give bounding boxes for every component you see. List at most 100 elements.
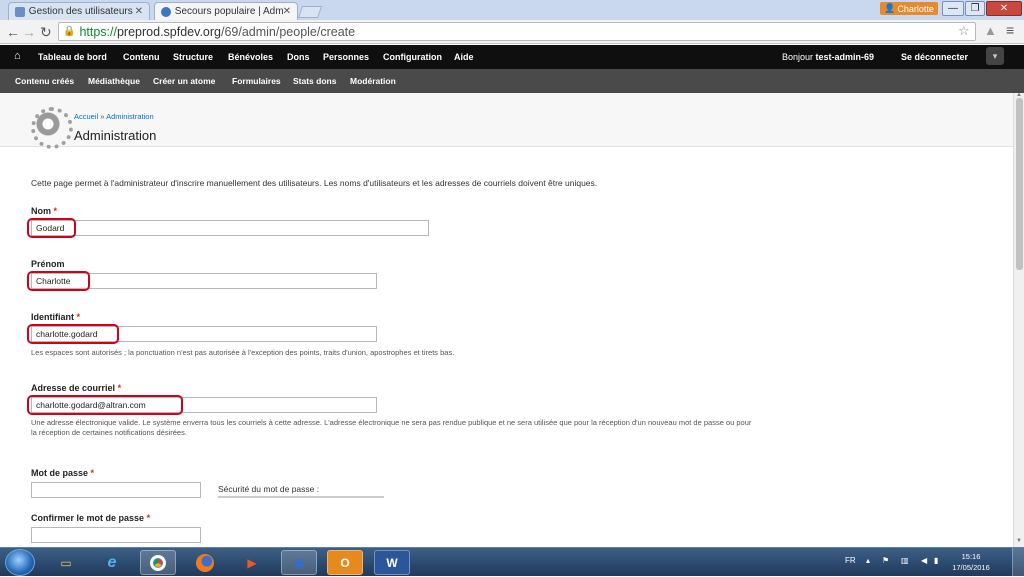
- minimize-button[interactable]: —: [942, 1, 964, 16]
- scroll-down-icon[interactable]: ▼: [1016, 538, 1022, 544]
- shortcut-mediatheque[interactable]: Médiathèque: [88, 76, 140, 86]
- home-icon[interactable]: ⌂: [14, 50, 21, 62]
- nom-input[interactable]: Godard: [31, 220, 429, 236]
- confirm-password-label-text: Confirmer le mot de passe: [31, 513, 145, 523]
- email-label: Adresse de courriel *: [31, 383, 121, 393]
- admin-toolbar: ⌂ Tableau de bord Contenu Structure Béné…: [0, 45, 1024, 69]
- toolbar-item-dons[interactable]: Dons: [287, 52, 310, 62]
- extension-icon[interactable]: ▲: [984, 23, 997, 38]
- close-icon: ✕: [999, 3, 1009, 14]
- scrollbar-thumb[interactable]: [1016, 98, 1023, 270]
- forward-icon[interactable]: →: [22, 24, 36, 40]
- tray-expand-icon[interactable]: ▴: [866, 556, 870, 565]
- remote-desktop-icon[interactable]: ▣: [281, 550, 317, 575]
- chrome-icon[interactable]: [140, 550, 176, 575]
- breadcrumb-home-link[interactable]: Accueil: [74, 112, 98, 121]
- logout-link[interactable]: Se déconnecter: [901, 52, 968, 62]
- shortcut-stats-dons[interactable]: Stats dons: [293, 76, 336, 86]
- action-center-flag-icon[interactable]: ⚑: [882, 556, 889, 565]
- shortcuts-bar: Contenu créés Médiathèque Créer un atome…: [0, 69, 1024, 93]
- outlook-icon[interactable]: O: [327, 550, 363, 575]
- explorer-icon[interactable]: ▭: [48, 550, 84, 575]
- password-strength-label: Sécurité du mot de passe :: [218, 484, 320, 494]
- profile-button[interactable]: 👤 Charlotte: [880, 2, 938, 15]
- nom-label: Nom *: [31, 206, 57, 216]
- window-close-button[interactable]: ✕: [986, 1, 1022, 16]
- breadcrumb-separator: »: [100, 112, 105, 121]
- internet-explorer-icon[interactable]: e: [94, 550, 130, 575]
- shortcut-moderation[interactable]: Modération: [350, 76, 396, 86]
- email-description-line1: Une adresse électronique valide. Le syst…: [31, 418, 752, 427]
- required-marker: *: [76, 312, 81, 322]
- profile-icon: 👤: [884, 3, 896, 13]
- show-desktop-button[interactable]: [1012, 548, 1024, 577]
- toolbar-item-configuration[interactable]: Configuration: [383, 52, 442, 62]
- password-strength-bar: [218, 496, 384, 498]
- restore-button[interactable]: ❐: [965, 1, 985, 16]
- form-intro: Cette page permet à l'administrateur d'i…: [31, 178, 598, 188]
- toolbar-item-aide[interactable]: Aide: [454, 52, 474, 62]
- identifiant-label: Identifiant *: [31, 312, 80, 322]
- clock-date: 17/05/2016: [952, 563, 990, 572]
- shortcut-creer-atome[interactable]: Créer un atome: [153, 76, 215, 86]
- email-highlight-annotation: [27, 395, 183, 415]
- user-create-form: Cette page permet à l'administrateur d'i…: [0, 147, 1013, 547]
- word-icon[interactable]: W: [374, 550, 410, 575]
- identifiant-description: Les espaces sont autorisés ; la ponctuat…: [31, 348, 455, 357]
- required-marker: *: [117, 383, 122, 393]
- back-icon[interactable]: ←: [6, 24, 20, 40]
- toolbar-item-tableau-de-bord[interactable]: Tableau de bord: [38, 52, 107, 62]
- prenom-highlight-annotation: [27, 271, 90, 291]
- page-title: Administration: [74, 128, 157, 143]
- url-path: /69/admin/people/create: [220, 24, 356, 39]
- close-icon[interactable]: ✕: [283, 6, 291, 17]
- email-description-line2: la réception de certaines notifications …: [31, 428, 187, 437]
- toolbar-item-contenu[interactable]: Contenu: [123, 52, 160, 62]
- shortcut-contenu-crees[interactable]: Contenu créés: [15, 76, 74, 86]
- start-button[interactable]: [5, 549, 35, 576]
- minimize-icon: —: [948, 3, 958, 14]
- tab-title: Gestion des utilisateurs: [28, 6, 133, 17]
- user-greeting[interactable]: Bonjour test-admin-69: [782, 52, 874, 62]
- language-indicator[interactable]: FR: [845, 556, 856, 565]
- tab-gestion-utilisateurs[interactable]: Gestion des utilisateurs ✕: [8, 2, 150, 20]
- browser-menu-icon[interactable]: ≡: [1006, 22, 1014, 38]
- battery-icon[interactable]: ▮: [934, 556, 938, 565]
- required-marker: *: [146, 513, 151, 523]
- breadcrumb: Accueil » Administration: [74, 112, 154, 121]
- tab-secours-populaire[interactable]: Secours populaire | Admin ✕: [154, 2, 298, 20]
- profile-name: Charlotte: [897, 3, 934, 14]
- firefox-icon[interactable]: [187, 550, 223, 575]
- lock-icon: 🔒: [63, 26, 76, 37]
- password-label-text: Mot de passe: [31, 468, 89, 478]
- restore-icon: ❐: [970, 3, 980, 14]
- password-label: Mot de passe *: [31, 468, 94, 478]
- reload-icon[interactable]: ↻: [40, 24, 52, 41]
- confirm-password-input[interactable]: [31, 527, 201, 543]
- nom-label-text: Nom: [31, 206, 51, 216]
- url-scheme: https://: [79, 24, 117, 39]
- system-clock[interactable]: 15:16 17/05/2016: [946, 551, 996, 573]
- url-host: preprod.spfdev.org: [116, 24, 221, 39]
- new-tab-button[interactable]: [297, 6, 323, 18]
- toolbar-item-personnes[interactable]: Personnes: [323, 52, 369, 62]
- network-icon[interactable]: ▥: [901, 556, 909, 565]
- identifiant-highlight-annotation: [27, 324, 119, 344]
- volume-icon[interactable]: ◀: [921, 556, 927, 565]
- bookmark-star-icon[interactable]: ☆: [958, 23, 970, 39]
- prenom-label-text: Prénom: [31, 259, 65, 269]
- media-player-icon[interactable]: ▶: [234, 550, 270, 575]
- gear-icon: [31, 107, 73, 149]
- page-header: Accueil » Administration Administration: [0, 93, 1024, 149]
- breadcrumb-administration-link[interactable]: Administration: [106, 112, 154, 121]
- toolbar-item-structure[interactable]: Structure: [173, 52, 213, 62]
- url-input[interactable]: 🔒 https:// preprod.spfdev.org /69/admin/…: [58, 22, 976, 41]
- greeting-username: test-admin-69: [815, 52, 875, 62]
- toolbar-item-benevoles[interactable]: Bénévoles: [228, 52, 273, 62]
- close-icon[interactable]: ✕: [135, 6, 143, 17]
- required-marker: *: [90, 468, 95, 478]
- shortcut-formulaires[interactable]: Formulaires: [232, 76, 281, 86]
- page-scrollbar[interactable]: ▲ ▼: [1013, 92, 1024, 547]
- toggle-shortcuts-icon[interactable]: ▾: [986, 47, 1004, 65]
- password-input[interactable]: [31, 482, 201, 498]
